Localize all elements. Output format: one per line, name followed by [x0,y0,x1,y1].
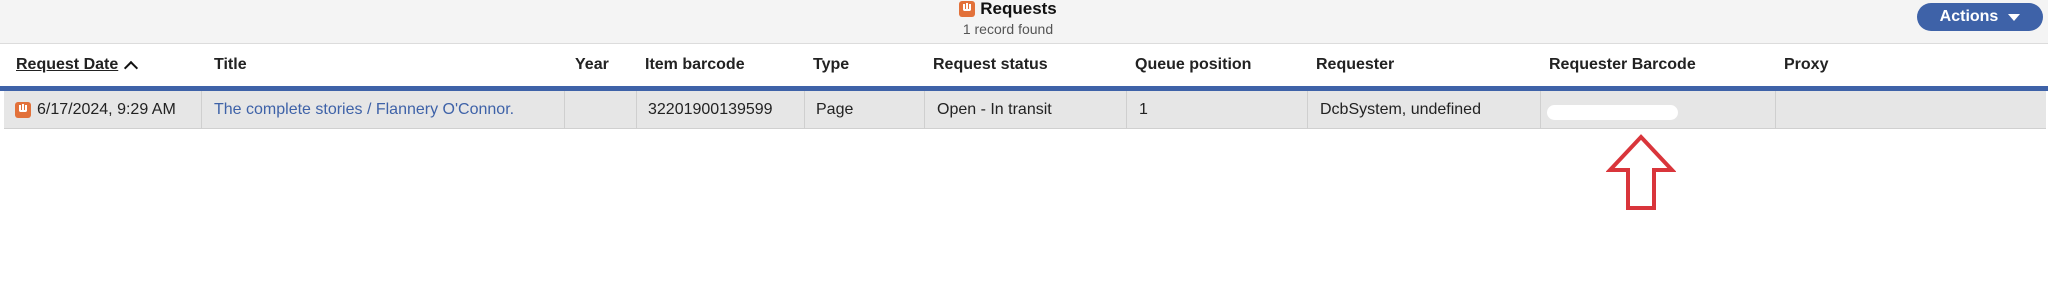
page-title: Requests [980,0,1057,18]
page-header: Requests 1 record found Actions [0,0,2048,44]
request-type-icon [15,102,31,118]
cell-queue-position: 1 [1127,91,1308,129]
cell-request-status: Open - In transit [925,91,1127,129]
column-header-requester[interactable]: Requester [1316,56,1394,74]
cell-proxy [1776,91,2046,129]
column-header-year[interactable]: Year [575,56,609,74]
column-header-request-status[interactable]: Request status [933,56,1048,74]
header-title-block: Requests 1 record found [908,0,1108,37]
table-header-row: Request Date Title Year Item barcode Typ… [0,52,2048,86]
record-count: 1 record found [962,21,1054,37]
actions-button[interactable]: Actions [1917,3,2043,31]
cell-title: The complete stories / Flannery O'Connor… [202,91,565,129]
cell-item-barcode: 32201900139599 [637,91,805,129]
column-header-title[interactable]: Title [214,56,247,74]
column-header-item-barcode[interactable]: Item barcode [645,56,745,74]
cell-type: Page [805,91,925,129]
actions-button-label: Actions [1939,8,1999,25]
table-row[interactable]: 6/17/2024, 9:29 AM The complete stories … [4,91,2046,129]
up-arrow-annotation-icon [1606,134,1676,210]
sort-ascending-icon [124,60,139,76]
column-header-proxy[interactable]: Proxy [1784,56,1828,74]
cell-requester: DcbSystem, undefined [1308,91,1541,129]
chevron-down-icon [2008,13,2021,21]
title-link[interactable]: The complete stories / Flannery O'Connor… [214,101,514,119]
cell-request-date: 6/17/2024, 9:29 AM [4,91,202,129]
column-header-queue-position[interactable]: Queue position [1135,56,1251,74]
redaction-mark [1547,105,1678,120]
cell-year [565,91,637,129]
requests-app-icon [959,1,976,17]
column-header-request-date[interactable]: Request Date [16,56,139,76]
title-row: Requests [908,0,1108,18]
column-header-type[interactable]: Type [813,56,849,74]
column-header-requester-barcode[interactable]: Requester Barcode [1549,56,1696,74]
